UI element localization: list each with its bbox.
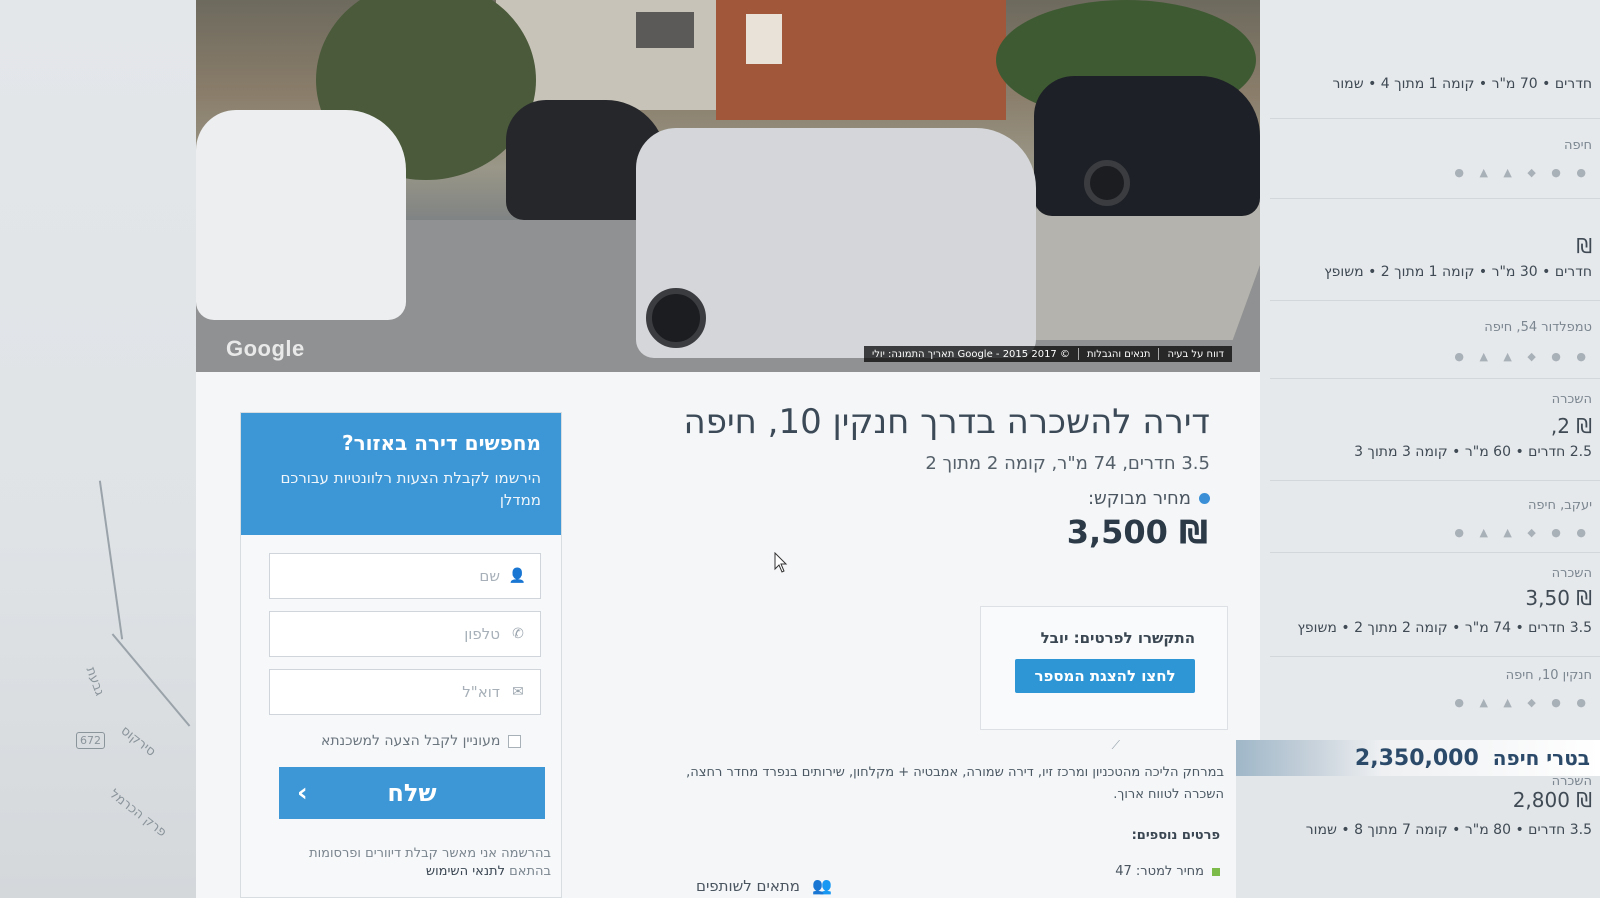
show-number-button[interactable]: לחצו להצגת המספר xyxy=(1015,659,1195,693)
description-line: במרחק הליכה מהטכניון ומרכז זיו, דירה שמו… xyxy=(686,765,1224,780)
chevron-left-icon: ‹ xyxy=(297,778,308,808)
banner-city: בטרי חיפה xyxy=(1492,746,1590,770)
map-label: פרק הכרמל xyxy=(106,786,170,841)
mouse-cursor-icon xyxy=(774,552,788,573)
consent-label: מעוניין לקבל הצעה למשכנתא xyxy=(321,733,501,749)
amenity-icons: ● ● ◆ ▲ ▲ ● xyxy=(1454,526,1592,539)
street-view-image[interactable]: Google דווח על בעיה תנאים והגבלות © 2017… xyxy=(196,0,1260,372)
listing-subtitle: 3.5 חדרים, 74 מ"ר, קומה 2 מתוך 2 xyxy=(925,452,1210,474)
listing-card-details[interactable]: 2.5 חדרים • 60 מ"ר • קומה 3 מתוך 3 xyxy=(1354,444,1592,460)
dark-suv xyxy=(1034,76,1260,216)
phone-icon: ✆ xyxy=(512,626,524,642)
email-placeholder: דוא"ל xyxy=(462,683,500,701)
link-icon: ⟋ xyxy=(1111,738,1120,752)
terms-prefix: בהתאם xyxy=(509,864,551,879)
price-label-row: מחיר מבוקש: xyxy=(630,488,1210,509)
divider xyxy=(1270,300,1600,301)
phone-placeholder: טלפון xyxy=(464,625,500,643)
report-link[interactable]: דווח על בעיה xyxy=(1167,349,1224,360)
map-road xyxy=(98,480,124,640)
contact-box: התקשרו לפרטים: יובל לחצו להצגת המספר xyxy=(980,606,1228,730)
meter-price-row: מחיר למטר: 47 xyxy=(1115,864,1220,879)
listing-card-label: השכרה xyxy=(1551,774,1592,789)
window xyxy=(636,12,694,48)
listing-card-label: השכרה xyxy=(1551,392,1592,407)
route-shield: 672 xyxy=(76,732,105,749)
divider xyxy=(1270,656,1600,657)
name-placeholder: שם xyxy=(479,567,500,585)
description-line: השכרה לטווח ארוך. xyxy=(1113,787,1224,802)
send-label: שלח xyxy=(387,779,437,807)
send-button[interactable]: שלח ‹ xyxy=(279,767,545,819)
listing-card-street[interactable]: חנקין 10, חיפה xyxy=(1506,668,1592,683)
divider xyxy=(1270,198,1600,199)
copyright-text: © 2017 Google - 2015 תאריך התמונה: יולי xyxy=(872,348,1070,360)
listing-card-street[interactable]: טמפלדור 54, חיפה xyxy=(1484,320,1592,335)
promo-banner[interactable]: בטרי חיפה 2,350,000 xyxy=(1236,740,1600,776)
listing-card-details[interactable]: חדרים • 30 מ"ר • קומה 1 מתוך 2 • משופץ xyxy=(1324,264,1592,280)
name-field[interactable]: 👤 שם xyxy=(269,553,541,599)
listing-card-city[interactable]: חיפה xyxy=(1564,138,1592,153)
listing-card[interactable]: השכרה ₪ 2,800 3.5 חדרים • 80 מ"ר • קומה … xyxy=(1236,774,1600,898)
listing-card-details[interactable]: חדרים • 70 מ"ר • קומה 1 מתוך 4 • שמור xyxy=(1332,76,1592,92)
listing-card-price[interactable]: ₪ 3,50 xyxy=(1525,586,1592,610)
listing-title: דירה להשכרה בדרך חנקין 10, חיפה xyxy=(683,402,1210,442)
bullet-dot-icon xyxy=(1199,492,1210,504)
people-icon: 👥 xyxy=(811,876,832,895)
banner-price: 2,350,000 xyxy=(1354,745,1479,771)
signup-subtitle: הירשמו לקבלת הצעות רלוונטיות עבורכם ממדל… xyxy=(280,469,541,509)
wheel xyxy=(646,288,706,348)
listing-card-details[interactable]: 3.5 חדרים • 80 מ"ר • קומה 7 מתוך 8 • שמו… xyxy=(1306,822,1592,838)
listing-price: ₪ 3,500 xyxy=(1066,512,1208,551)
user-icon: 👤 xyxy=(508,568,526,584)
signup-title: מחפשים דירה באזור? xyxy=(342,431,541,455)
price-label: מחיר מבוקש: xyxy=(1087,487,1191,509)
terms-text: בהרשמה אני מאשר קבלת דיוורים ופרסומות בה… xyxy=(281,845,551,881)
roommates-feature: 👥 מתאים לשותפים xyxy=(696,876,832,895)
google-logo: Google xyxy=(226,336,305,361)
divider xyxy=(1270,480,1600,481)
listing-details: דירה להשכרה בדרך חנקין 10, חיפה 3.5 חדרי… xyxy=(630,402,1210,551)
divider xyxy=(1270,118,1600,119)
contact-title: התקשרו לפרטים: יובל xyxy=(1040,629,1195,647)
terms-line: בהרשמה אני מאשר קבלת דיוורים ופרסומות xyxy=(309,846,551,861)
listing-card-street[interactable]: יעקב, חיפה xyxy=(1528,498,1592,513)
terms-of-use-link[interactable]: לתנאי השימוש xyxy=(426,864,505,879)
signup-card: מחפשים דירה באזור? הירשמו לקבלת הצעות רל… xyxy=(240,412,562,898)
listing-page: Google דווח על בעיה תנאים והגבלות © 2017… xyxy=(196,0,1260,898)
window xyxy=(746,14,782,64)
envelope-icon: ✉ xyxy=(512,684,524,700)
divider xyxy=(1270,552,1600,553)
amenity-icons: ● ● ◆ ▲ ▲ ● xyxy=(1454,696,1592,709)
listing-card-label: השכרה xyxy=(1551,566,1592,581)
listing-card-price[interactable]: ₪ 2, xyxy=(1551,414,1592,438)
consent-checkbox[interactable] xyxy=(508,734,522,748)
terms-link[interactable]: תנאים והגבלות xyxy=(1087,349,1150,360)
listing-card-price[interactable]: ₪ xyxy=(1576,234,1592,258)
listing-description: במרחק הליכה מהטכניון ומרכז זיו, דירה שמו… xyxy=(644,762,1224,806)
more-details-title: פרטים נוספים: xyxy=(1131,828,1220,843)
wheel xyxy=(1084,160,1130,206)
bullet-square-icon xyxy=(1212,867,1220,876)
email-field[interactable]: ✉ דוא"ל xyxy=(269,669,541,715)
divider xyxy=(1270,378,1600,379)
map-road xyxy=(111,633,191,727)
streetview-footer: דווח על בעיה תנאים והגבלות © 2017 Google… xyxy=(864,346,1232,362)
map-label: גבעת xyxy=(82,665,107,698)
meter-price: מחיר למטר: 47 xyxy=(1115,864,1204,879)
mortgage-consent[interactable]: מעוניין לקבל הצעה למשכנתא xyxy=(321,733,522,749)
listing-card-details[interactable]: 3.5 חדרים • 74 מ"ר • קומה 2 מתוך 2 • משו… xyxy=(1297,620,1592,636)
amenity-icons: ● ● ◆ ▲ ▲ ● xyxy=(1454,166,1592,179)
listing-card-price[interactable]: ₪ 2,800 xyxy=(1513,788,1592,812)
phone-field[interactable]: ✆ טלפון xyxy=(269,611,541,657)
signup-header: מחפשים דירה באזור? הירשמו לקבלת הצעות רל… xyxy=(241,413,561,535)
map-label: סירקוס xyxy=(117,723,159,760)
terms-line-2: בהתאם לתנאי השימוש xyxy=(281,863,551,881)
roommates-label: מתאים לשותפים xyxy=(696,876,800,895)
white-car xyxy=(196,110,406,320)
amenity-icons: ● ● ◆ ▲ ▲ ● xyxy=(1454,350,1592,363)
